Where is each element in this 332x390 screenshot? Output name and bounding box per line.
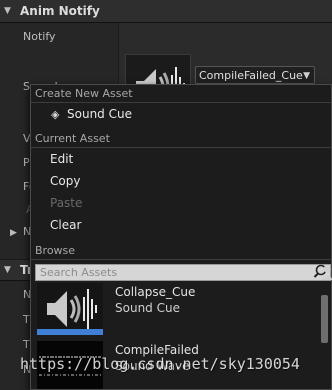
create-sound-cue-label: Sound Cue [67,107,132,121]
sound-asset-value: CompileFailed_Cue [199,69,303,82]
asset-picker-menu: Create New Asset ◈ Sound Cue Current Asse… [30,84,332,390]
search-placeholder: Search Assets [40,266,118,279]
asset-list-scrollbar-thumb[interactable] [321,295,328,343]
copy-item[interactable]: Copy [31,170,331,192]
user-filter-icon[interactable] [320,263,332,281]
sound-cue-icon: ◈ [51,108,60,121]
partial-label-2b: T [23,313,30,326]
paste-item: Paste [50,196,83,210]
browse-heading: Browse [31,242,331,260]
partial-label-p: P [23,156,30,169]
edit-item[interactable]: Edit [31,148,331,170]
expand-triangle-icon[interactable]: ▼ [4,0,11,22]
sound-cue-thumbnail [37,283,103,335]
create-sound-cue-item[interactable]: ◈ Sound Cue [31,103,331,125]
expand-triangle-icon-2[interactable]: ▼ [4,260,11,280]
create-new-asset-heading: Create New Asset [31,85,331,103]
anim-notify-section-header[interactable]: ▼ Anim Notify [0,0,332,23]
partial-label-2c: T [23,338,30,351]
collapsed-triangle-icon[interactable]: ▶ [10,228,17,238]
speaker-icon [37,283,103,335]
notify-label: Notify [23,30,56,43]
clear-item[interactable]: Clear [31,214,331,236]
current-asset-heading: Current Asset [31,130,331,148]
asset-list: Collapse_Cue Sound Cue CompileFailed Sou… [35,283,321,389]
sound-asset-combo[interactable]: CompileFailed_Cue ▼ [195,66,315,84]
section-title: Anim Notify [20,4,100,18]
asset-name: Collapse_Cue [115,285,196,299]
search-assets-field[interactable]: Search Assets [35,264,331,281]
asset-type: Sound Cue [115,301,180,315]
watermark: https://blog.csdn.net/sky130054 [20,355,300,373]
chevron-down-icon: ▼ [303,71,310,81]
